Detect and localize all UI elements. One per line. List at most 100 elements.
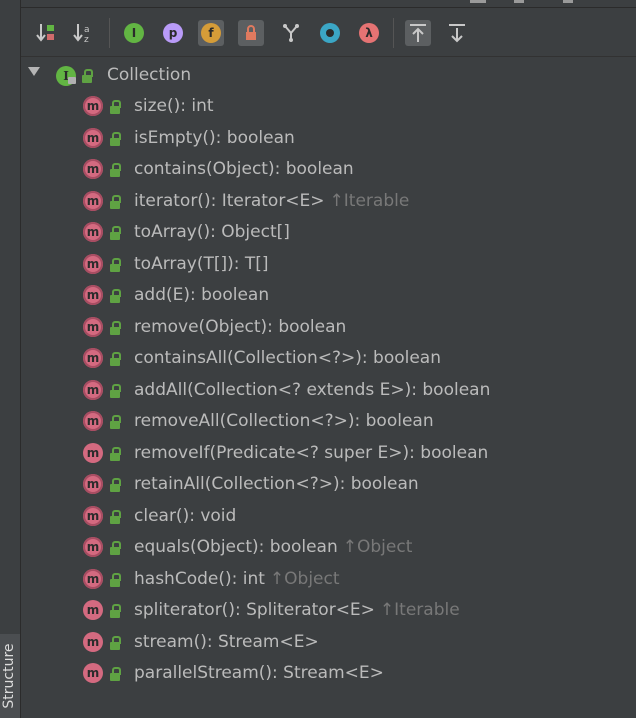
method-label: stream(): Stream<E> <box>134 631 319 653</box>
method-signature: isEmpty(): boolean <box>134 127 295 148</box>
method-label: toArray(): Object[] <box>134 221 290 243</box>
method-signature: toArray(): Object[] <box>134 222 290 242</box>
panel-header-edge <box>21 0 636 8</box>
public-lock-icon <box>109 541 121 555</box>
method-row[interactable]: m parallelStream(): Stream<E> <box>21 659 636 687</box>
public-lock-icon <box>109 415 121 429</box>
inherited-from-label: ↑Iterable <box>379 600 460 620</box>
method-icon: m <box>83 253 103 274</box>
method-label: iterator(): Iterator<E> ↑Iterable <box>134 190 409 212</box>
method-icon: m <box>83 316 103 337</box>
sort-alphabetically-button[interactable]: a z <box>70 20 96 46</box>
method-label: hashCode(): int ↑Object <box>134 568 340 590</box>
method-label: remove(Object): boolean <box>134 316 346 338</box>
public-lock-icon <box>109 289 121 303</box>
public-lock-icon <box>109 383 121 398</box>
method-label: toArray(T[]): T[] <box>134 253 269 275</box>
method-signature: removeAll(Collection<?>): boolean <box>134 411 434 431</box>
expand-arrow-icon[interactable] <box>28 67 40 76</box>
method-label: equals(Object): boolean ↑Object <box>134 536 412 558</box>
method-label: isEmpty(): boolean <box>134 127 295 149</box>
autoscroll-from-source-icon <box>449 24 465 43</box>
method-signature: size(): int <box>134 96 214 116</box>
method-row[interactable]: m hashCode(): int ↑Object <box>21 565 636 593</box>
public-lock-icon <box>109 194 121 209</box>
hide-icon[interactable] <box>470 0 486 3</box>
method-icon: m <box>83 474 103 494</box>
method-icon: m <box>83 537 103 557</box>
method-row[interactable]: m containsAll(Collection<?>): boolean <box>21 344 636 372</box>
method-row[interactable]: m stream(): Stream<E> <box>21 628 636 656</box>
structure-tool-tab[interactable]: Structure <box>0 634 21 718</box>
method-icon: m <box>83 96 103 116</box>
method-row[interactable]: m retainAll(Collection<?>): boolean <box>21 470 636 498</box>
public-lock-icon <box>109 352 121 366</box>
anonymous-class-icon <box>283 24 299 42</box>
show-interfaces-button[interactable] <box>317 20 343 46</box>
show-non-public-button[interactable] <box>238 20 264 46</box>
method-label: removeIf(Predicate<? super E>): boolean <box>134 442 488 464</box>
show-lambdas-button[interactable]: λ <box>356 20 382 46</box>
public-lock-icon <box>109 572 121 587</box>
show-inherited-button[interactable]: I <box>121 20 147 46</box>
public-lock-icon <box>109 320 121 335</box>
sort-by-visibility-button[interactable] <box>33 20 59 46</box>
method-signature: retainAll(Collection<?>): boolean <box>134 474 419 494</box>
method-row[interactable]: m add(E): boolean <box>21 281 636 309</box>
method-signature: contains(Object): boolean <box>134 159 354 179</box>
left-tool-strip <box>0 0 21 718</box>
method-icon: m <box>83 222 103 242</box>
method-icon: m <box>83 663 103 683</box>
inherited-from-label: ↑Iterable <box>329 190 410 211</box>
method-row[interactable]: m iterator(): Iterator<E> ↑Iterable <box>21 187 636 215</box>
method-signature: equals(Object): boolean <box>134 537 338 557</box>
method-signature: add(E): boolean <box>134 285 270 305</box>
method-icon: m <box>83 190 103 211</box>
method-row[interactable]: m addAll(Collection<? extends E>): boolea… <box>21 376 636 404</box>
method-signature: hashCode(): int <box>134 568 265 589</box>
method-row[interactable]: m removeAll(Collection<?>): boolean <box>21 407 636 435</box>
public-lock-icon <box>109 100 121 114</box>
public-lock-icon <box>109 604 121 618</box>
public-lock-icon <box>109 478 121 492</box>
method-row[interactable]: m size(): int <box>21 92 636 120</box>
method-row[interactable]: m remove(Object): boolean <box>21 313 636 341</box>
settings-icon[interactable] <box>563 0 573 3</box>
method-row[interactable]: m equals(Object): boolean ↑Object <box>21 533 636 561</box>
show-properties-button[interactable]: p <box>160 20 186 46</box>
show-anonymous-classes-button[interactable] <box>278 20 304 46</box>
method-row[interactable]: m clear(): void <box>21 502 636 530</box>
autoscroll-to-source-button[interactable] <box>405 20 431 46</box>
method-signature: remove(Object): boolean <box>134 316 347 337</box>
method-signature: toArray(T[]): T[] <box>134 253 269 274</box>
method-row[interactable]: m isEmpty(): boolean <box>21 124 636 152</box>
method-signature: removeIf(Predicate<? super E>): boolean <box>134 442 489 463</box>
method-icon: m <box>83 127 103 148</box>
tree-root-node[interactable]: I Collection <box>21 61 636 89</box>
method-label: add(E): boolean <box>134 284 269 306</box>
method-signature: clear(): void <box>134 505 237 526</box>
method-row[interactable]: m removeIf(Predicate<? super E>): boolean <box>21 439 636 467</box>
method-row[interactable]: m toArray(): Object[] <box>21 218 636 246</box>
structure-toolbar: a z I p f λ <box>21 8 636 57</box>
pin-icon[interactable] <box>514 0 524 3</box>
sort-visibility-icon <box>36 24 54 42</box>
method-row[interactable]: m contains(Object): boolean <box>21 155 636 183</box>
method-label: spliterator(): Spliterator<E> ↑Iterable <box>134 599 460 621</box>
method-signature: iterator(): Iterator<E> <box>134 190 325 211</box>
show-fields-button[interactable]: f <box>198 20 224 46</box>
method-row[interactable]: m spliterator(): Spliterator<E> ↑Iterable <box>21 596 636 624</box>
tree-root-label: Collection <box>107 65 192 85</box>
structure-tab-label: Structure <box>1 643 17 709</box>
public-lock-icon <box>109 226 121 240</box>
autoscroll-to-source-icon <box>410 24 426 42</box>
method-icon: m <box>83 348 103 368</box>
autoscroll-from-source-button[interactable] <box>444 20 470 46</box>
inherited-from-label: ↑Object <box>269 568 340 589</box>
sort-alpha-icon: a z <box>73 24 90 45</box>
method-label: parallelStream(): Stream<E> <box>134 662 384 684</box>
public-lock-icon <box>109 131 121 146</box>
method-row[interactable]: m toArray(T[]): T[] <box>21 250 636 278</box>
method-icon: m <box>83 631 103 652</box>
method-signature: containsAll(Collection<?>): boolean <box>134 348 441 368</box>
